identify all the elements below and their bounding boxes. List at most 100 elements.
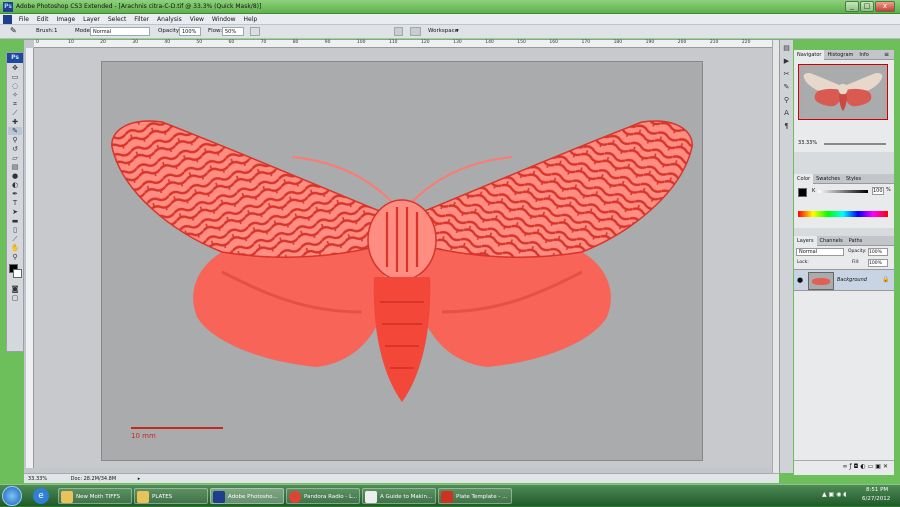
taskbar-item-guide[interactable]: A Guide to Makin... (362, 488, 436, 504)
clock-date[interactable]: 6/27/2012 (862, 496, 890, 502)
move-tool-icon[interactable]: ✥ (8, 64, 22, 72)
workspace-menu[interactable]: Workspace (428, 28, 458, 34)
color-fg-swatch[interactable] (798, 188, 807, 197)
color-spectrum[interactable] (798, 211, 888, 217)
screen-mode-icon[interactable]: ▢ (8, 294, 22, 302)
tab-histogram[interactable]: Histogram (824, 50, 856, 60)
eye-icon[interactable]: ● (797, 276, 803, 284)
background-color-swatch[interactable] (13, 269, 22, 278)
menu-edit[interactable]: Edit (37, 14, 49, 25)
layer-name[interactable]: Background (837, 277, 867, 283)
shape-tool-icon[interactable]: ▬ (8, 217, 22, 225)
navigator-zoom-slider[interactable] (824, 143, 886, 145)
tab-channels[interactable]: Channels (817, 236, 846, 246)
adjustment-layer-icon[interactable]: ◐ (860, 463, 867, 470)
healing-tool-icon[interactable]: ✚ (8, 118, 22, 126)
menu-view[interactable]: View (190, 14, 204, 25)
notes-tool-icon[interactable]: ▯ (8, 226, 22, 234)
tab-styles[interactable]: Styles (843, 174, 864, 184)
layer-row-background[interactable]: ● Background 🔒 (794, 269, 894, 291)
zoom-tool-icon[interactable]: ⚲ (8, 253, 22, 261)
color-k-slider[interactable] (818, 190, 868, 193)
menu-layer[interactable]: Layer (83, 14, 100, 25)
pen-tool-icon[interactable]: ✒ (8, 190, 22, 198)
maximize-button[interactable]: □ (860, 1, 874, 12)
flow-field[interactable]: 50% (222, 27, 244, 36)
actions-panel-icon[interactable]: ▶ (782, 57, 792, 66)
eyedropper-tool-icon[interactable]: ⟋ (8, 235, 22, 243)
link-layers-icon[interactable]: ∞ (843, 463, 850, 470)
eraser-tool-icon[interactable]: ▱ (8, 154, 22, 162)
navigator-thumbnail[interactable] (798, 64, 888, 120)
marquee-tool-icon[interactable]: ▭ (8, 73, 22, 81)
crop-tool-icon[interactable]: ⌗ (8, 100, 22, 108)
new-layer-icon[interactable]: ▣ (875, 463, 883, 470)
taskbar-item-photoshop[interactable]: Adobe Photosho... (210, 488, 284, 504)
quick-select-tool-icon[interactable]: ✧ (8, 91, 22, 99)
panel-dock: ▤ ▶ ✂ ✎ ⚲ A ¶ (779, 40, 793, 473)
quick-mask-icon[interactable]: ◙ (8, 285, 22, 293)
brush-tool-icon-sidebar[interactable]: ✎ (8, 127, 22, 135)
zoom-level[interactable]: 33.33% (28, 476, 47, 482)
type-tool-icon[interactable]: T (8, 199, 22, 207)
dodge-tool-icon[interactable]: ◐ (8, 181, 22, 189)
stamp-tool-icon[interactable]: ⚲ (8, 136, 22, 144)
paragraph-panel-icon[interactable]: ¶ (782, 122, 792, 131)
delete-layer-icon[interactable]: ✕ (883, 463, 890, 470)
panel-menu-icon[interactable]: ≡ (881, 50, 892, 60)
menu-file[interactable]: File (19, 14, 29, 25)
tray-icons[interactable]: ▲ ▣ ◉ ◖ (822, 491, 846, 498)
mode-select[interactable]: Normal (90, 27, 150, 36)
menu-window[interactable]: Window (212, 14, 236, 25)
tool-presets-icon[interactable]: ✂ (782, 70, 792, 79)
menu-filter[interactable]: Filter (134, 14, 149, 25)
tab-swatches[interactable]: Swatches (813, 174, 843, 184)
fill-value[interactable]: 100% (868, 259, 888, 267)
tab-paths[interactable]: Paths (846, 236, 866, 246)
taskbar-item-new-moth-tiffs[interactable]: New Moth TIFFS (58, 488, 132, 504)
moth-image[interactable] (101, 61, 703, 461)
color-k-value[interactable]: 100 (872, 187, 884, 195)
slice-tool-icon[interactable]: ⟋ (8, 109, 22, 117)
taskbar-item-pandora[interactable]: Pandora Radio - L... (286, 488, 360, 504)
taskbar-item-plates[interactable]: PLATES (134, 488, 208, 504)
tab-color[interactable]: Color (794, 174, 814, 184)
workspace-icon[interactable] (410, 27, 421, 36)
minimize-button[interactable]: _ (845, 1, 859, 12)
history-brush-icon[interactable]: ↺ (8, 145, 22, 153)
status-arrow-icon[interactable]: ▸ (138, 476, 141, 482)
blur-tool-icon[interactable]: ● (8, 172, 22, 180)
menu-image[interactable]: Image (56, 14, 75, 25)
lasso-tool-icon[interactable]: ◌ (8, 82, 22, 90)
opacity-field[interactable]: 100% (179, 27, 201, 36)
vertical-scrollbar[interactable] (772, 40, 779, 473)
navigator-zoom[interactable]: 33.33% (798, 140, 817, 146)
close-button[interactable]: x (875, 1, 895, 12)
brush-tool-icon[interactable]: ✎ (10, 26, 17, 35)
ps-menu-icon[interactable] (3, 15, 12, 24)
airbrush-icon[interactable] (250, 27, 260, 36)
character-panel-icon[interactable]: A (782, 109, 792, 118)
start-button[interactable] (2, 486, 22, 506)
menu-help[interactable]: Help (243, 14, 257, 25)
hand-tool-icon[interactable]: ✋ (8, 244, 22, 252)
brush-size[interactable]: 1 (54, 28, 58, 34)
brushes-panel-icon[interactable]: ✎ (782, 83, 792, 92)
menu-select[interactable]: Select (108, 14, 127, 25)
tab-layers[interactable]: Layers (794, 236, 817, 246)
chevron-down-icon[interactable]: ▾ (456, 28, 459, 34)
clock-time[interactable]: 8:51 PM (866, 487, 888, 493)
gradient-tool-icon[interactable]: ▤ (8, 163, 22, 171)
menu-analysis[interactable]: Analysis (157, 14, 182, 25)
layers-opacity-value[interactable]: 100% (868, 248, 888, 256)
taskbar-item-plate-template[interactable]: Plate Template - ... (438, 488, 512, 504)
clone-source-icon[interactable]: ⚲ (782, 96, 792, 105)
path-select-tool-icon[interactable]: ➤ (8, 208, 22, 216)
blend-mode-select[interactable]: Normal (796, 248, 844, 256)
taskbar-label: PLATES (152, 494, 173, 500)
tab-navigator[interactable]: Navigator (794, 50, 825, 60)
history-panel-icon[interactable]: ▤ (782, 44, 792, 53)
tab-info[interactable]: Info (856, 50, 871, 60)
internet-explorer-icon[interactable]: e (33, 488, 49, 504)
palette-well-icon[interactable] (394, 27, 403, 36)
